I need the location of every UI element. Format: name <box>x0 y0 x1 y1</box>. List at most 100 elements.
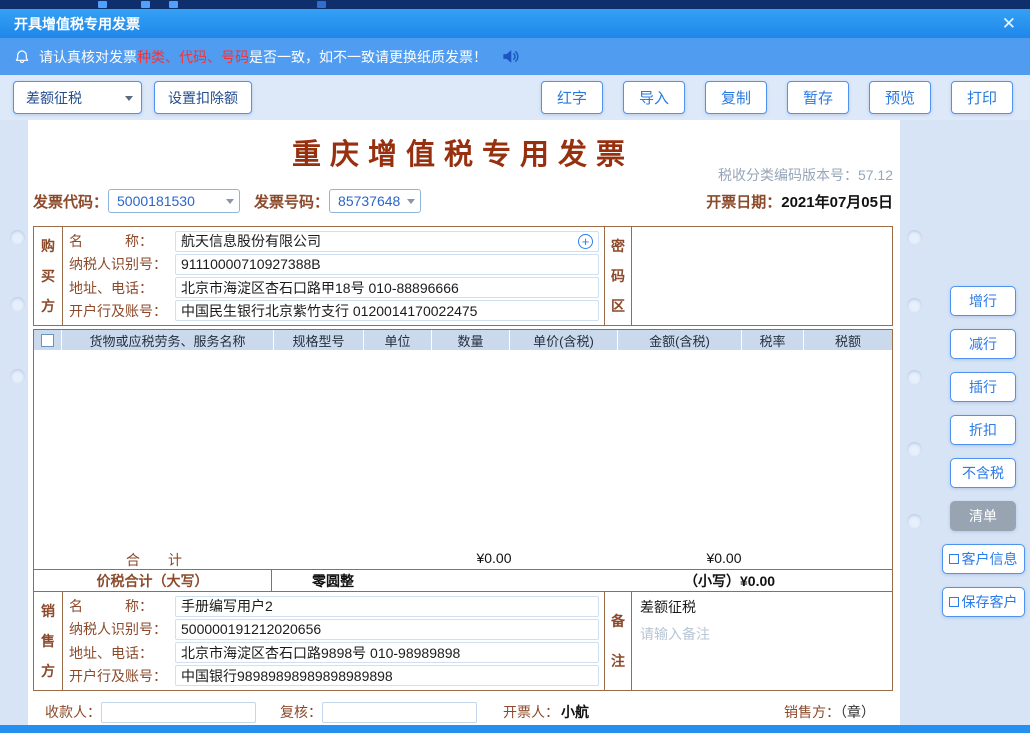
invoice-number-select[interactable]: 85737648 <box>329 189 421 213</box>
reviewer-input[interactable] <box>322 702 477 723</box>
buyer-bank-row: 开户行及账号： 中国民生银行北京紫竹支行 0120014170022475 <box>69 300 599 322</box>
sum-row: 价税合计（大写） 零圆整 （小写）¥0.00 <box>33 569 893 592</box>
tax-code-version: 税收分类编码版本号：57.12 <box>718 165 893 185</box>
discount-button[interactable]: 折扣 <box>950 415 1016 445</box>
header-checkbox-cell <box>34 330 62 350</box>
seller-side-label-text: 销售方 <box>41 596 56 686</box>
set-deduction-button[interactable]: 设置扣除额 <box>154 81 252 114</box>
header-spec: 规格型号 <box>274 330 364 350</box>
total-amount-value: ¥0.00 <box>654 550 794 566</box>
copy-button[interactable]: 复制 <box>705 81 767 114</box>
invoice-date-label: 开票日期： <box>706 194 781 211</box>
close-icon[interactable]: ✕ <box>1002 15 1016 32</box>
taskbar-fragment-icon <box>98 1 107 8</box>
drawer-value: 小航 <box>561 702 589 722</box>
remark-side-label: 备注 <box>604 592 632 690</box>
buyer-taxid-label: 纳税人识别号： <box>69 254 175 274</box>
checkbox-icon <box>949 597 959 607</box>
decorative-dot <box>907 370 922 385</box>
title-bar: 开具增值税专用发票 ✕ <box>0 9 1030 38</box>
seller-bank-value: 中国银行98989898989898989898 <box>181 666 393 686</box>
invoice-code-select[interactable]: 5000181530 <box>108 189 240 213</box>
window-bottom-edge <box>0 725 1030 733</box>
payee-input[interactable] <box>101 702 256 723</box>
taskbar-fragment-icon <box>141 1 150 8</box>
decorative-dot <box>907 514 922 529</box>
remark-area[interactable]: 差额征税 请输入备注 <box>632 592 892 690</box>
header-unit: 单位 <box>364 330 432 350</box>
add-row-button[interactable]: 增行 <box>950 286 1016 316</box>
alert-bar: 请认真核对发票种类、代码、号码是否一致，如不一致请更换纸质发票！ <box>0 38 1030 75</box>
tax-exclusive-button[interactable]: 不含税 <box>950 458 1016 488</box>
alert-text-prefix: 请认真核对发票 <box>39 49 137 65</box>
total-price-value: ¥0.00 <box>424 550 564 566</box>
invoice-panel: 重庆增值税专用发票 税收分类编码版本号：57.12 发票代码： 50001815… <box>28 120 900 725</box>
seller-section: 销售方 名 称： 手册编写用户2 纳税人识别号： 5000001 <box>33 591 893 691</box>
desktop-fragment-strip <box>0 0 1030 9</box>
side-button-rail: 增行 减行 插行 折扣 不含税 清单 客户信息 保存客户 <box>936 120 1030 725</box>
invoice-window: 开具增值税专用发票 ✕ 请认真核对发票种类、代码、号码是否一致，如不一致请更换纸… <box>0 0 1030 733</box>
seller-stamp-area: 销售方：（章） <box>784 702 875 722</box>
preview-button[interactable]: 预览 <box>869 81 931 114</box>
buyer-side-label: 购买方 <box>34 227 63 325</box>
chevron-down-icon <box>125 96 133 101</box>
seller-taxid-label: 纳税人识别号： <box>69 619 175 639</box>
buyer-address-input[interactable]: 北京市海淀区杏石口路甲18号 010-88896666 <box>175 277 599 298</box>
insert-row-button[interactable]: 插行 <box>950 372 1016 402</box>
seller-name-value: 手册编写用户2 <box>181 596 273 616</box>
buyer-taxid-row: 纳税人识别号： 91110000710927388B <box>69 253 599 275</box>
toolbar-actions: 红字 导入 复制 暂存 预览 打印 <box>541 81 1017 114</box>
tax-mode-select[interactable]: 差额征税 <box>13 81 142 114</box>
remove-row-button[interactable]: 减行 <box>950 329 1016 359</box>
window-title: 开具增值税专用发票 <box>14 14 140 34</box>
invoice-footer: 收款人： 复核： 开票人： 小航 销售方：（章） <box>33 700 893 724</box>
decorative-dot <box>907 230 922 245</box>
seller-address-input[interactable]: 北京市海淀区杏石口路9898号 010-98989898 <box>175 642 599 663</box>
toolbar: 差额征税 设置扣除额 红字 导入 复制 暂存 预览 打印 <box>0 75 1030 120</box>
items-table-body[interactable] <box>34 350 892 550</box>
password-area <box>632 227 892 325</box>
seller-stamp-value: （章） <box>840 704 875 720</box>
buyer-address-value: 北京市海淀区杏石口路甲18号 010-88896666 <box>181 278 459 298</box>
alert-text-suffix: 是否一致，如不一致请更换纸质发票！ <box>249 49 487 65</box>
seller-taxid-input[interactable]: 500000191212020656 <box>175 619 599 640</box>
customer-info-button[interactable]: 客户信息 <box>942 544 1025 574</box>
import-button[interactable]: 导入 <box>623 81 685 114</box>
alert-text-highlight: 种类、代码、号码 <box>137 49 249 65</box>
list-button[interactable]: 清单 <box>950 501 1016 531</box>
total-row: 合 计 ¥0.00 ¥0.00 <box>34 550 892 569</box>
red-letter-button[interactable]: 红字 <box>541 81 603 114</box>
select-all-checkbox[interactable] <box>41 334 54 347</box>
customer-info-label: 客户信息 <box>962 549 1018 569</box>
remark-side-label-text: 备注 <box>611 601 626 681</box>
taskbar-fragment-icon <box>317 1 326 8</box>
save-customer-button[interactable]: 保存客户 <box>942 587 1025 617</box>
seller-taxid-value: 500000191212020656 <box>181 621 321 637</box>
invoice-code-value: 5000181530 <box>117 193 195 209</box>
tax-mode-value: 差额征税 <box>26 88 82 108</box>
remark-placeholder: 请输入备注 <box>640 624 884 644</box>
drawer-label: 开票人： <box>503 702 559 722</box>
header-tax-rate: 税率 <box>742 330 804 350</box>
remark-value: 差额征税 <box>640 597 884 617</box>
seller-name-input[interactable]: 手册编写用户2 <box>175 596 599 617</box>
select-customer-icon[interactable]: + <box>578 234 593 249</box>
seller-address-label: 地址、电话： <box>69 643 175 663</box>
temp-save-button[interactable]: 暂存 <box>787 81 849 114</box>
buyer-taxid-input[interactable]: 91110000710927388B <box>175 254 599 275</box>
print-button[interactable]: 打印 <box>951 81 1013 114</box>
invoice-number-label: 发票号码： <box>254 191 329 212</box>
buyer-bank-input[interactable]: 中国民生银行北京紫竹支行 0120014170022475 <box>175 300 599 321</box>
buyer-bank-label: 开户行及账号： <box>69 301 175 321</box>
sum-small-value: （小写）¥0.00 <box>684 571 775 591</box>
invoice-date-value: 2021年07月05日 <box>781 194 893 211</box>
seller-bank-input[interactable]: 中国银行98989898989898989898 <box>175 665 599 686</box>
alert-text: 请认真核对发票种类、代码、号码是否一致，如不一致请更换纸质发票！ <box>39 47 487 67</box>
content-area: 重庆增值税专用发票 税收分类编码版本号：57.12 发票代码： 50001815… <box>0 120 1030 725</box>
reviewer-label: 复核： <box>280 702 322 722</box>
header-unit-price: 单价(含税) <box>510 330 618 350</box>
header-amount: 金额(含税) <box>618 330 742 350</box>
buyer-name-input[interactable]: 航天信息股份有限公司 + <box>175 231 599 252</box>
seller-name-label: 名 称： <box>69 596 175 616</box>
speaker-icon[interactable] <box>501 47 520 66</box>
